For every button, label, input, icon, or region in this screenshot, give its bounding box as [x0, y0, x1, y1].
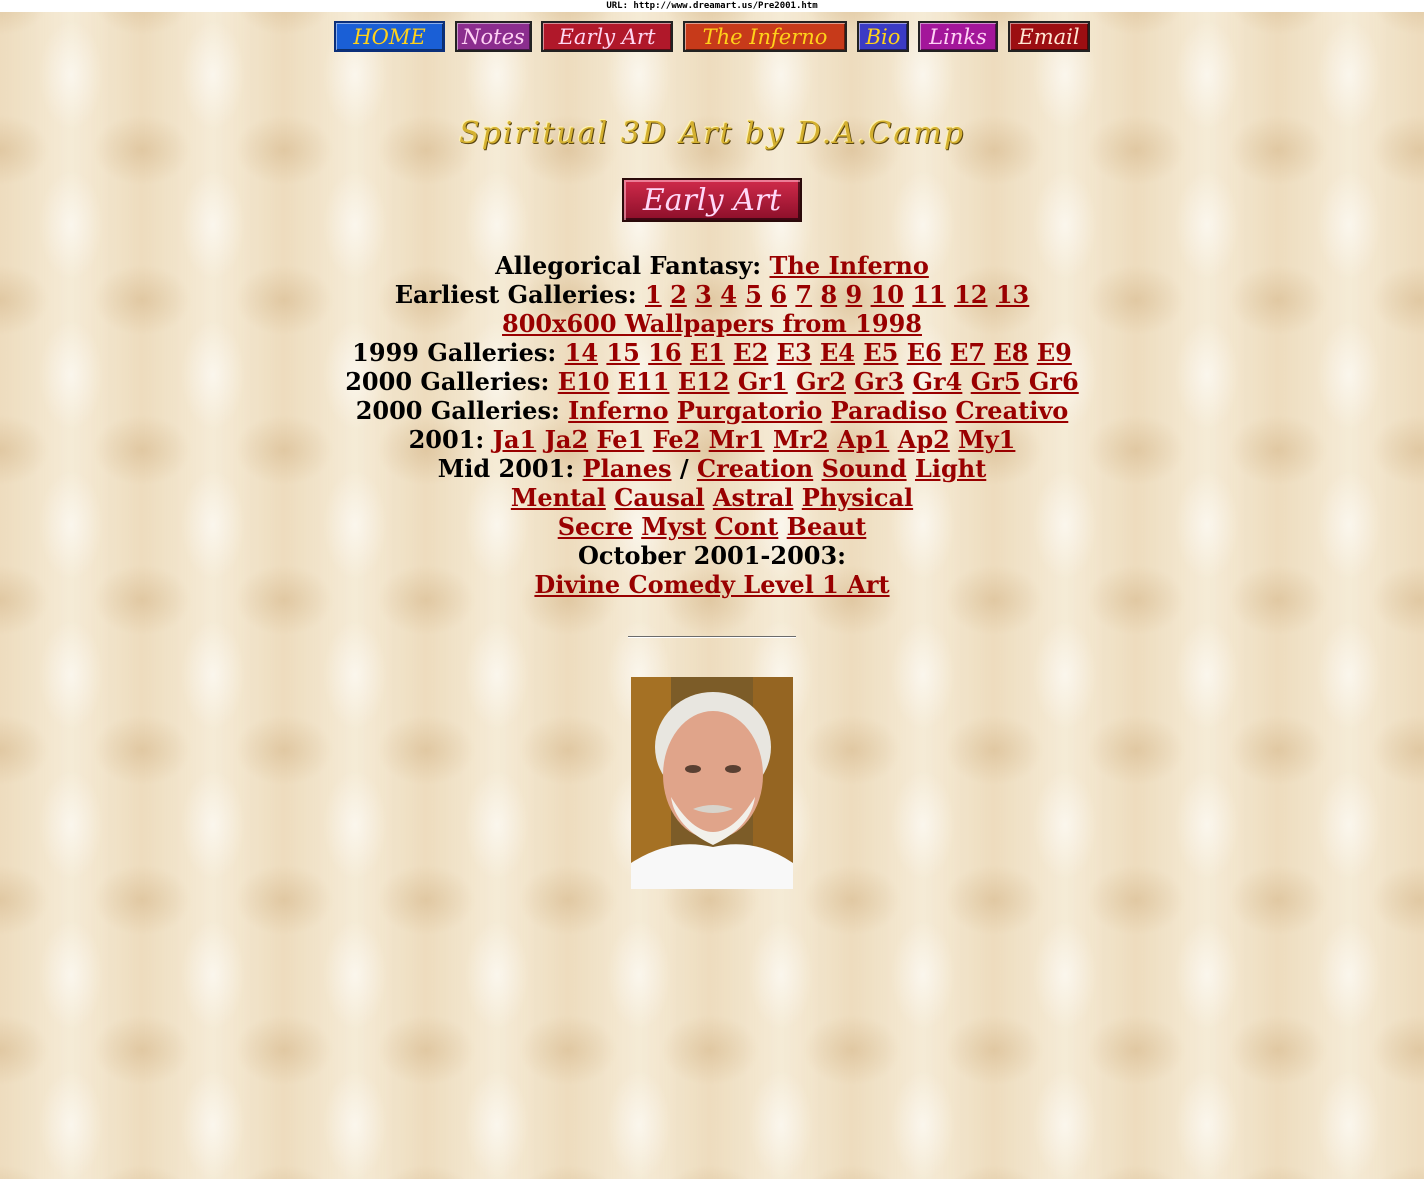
gallery-link-divine-comedy-level-1-art[interactable]: Divine Comedy Level 1 Art: [534, 570, 889, 599]
gallery-line: October 2001-2003:: [0, 541, 1424, 570]
gallery-link-ap1[interactable]: Ap1: [837, 425, 889, 454]
gallery-line: Mid 2001: Planes / Creation Sound Light: [0, 454, 1424, 483]
gallery-link-astral[interactable]: Astral: [713, 483, 794, 512]
gallery-link-e8[interactable]: E8: [993, 338, 1028, 367]
gallery-link-physical[interactable]: Physical: [802, 483, 913, 512]
gallery-label: October 2001-2003:: [577, 541, 847, 570]
gallery-link-purgatorio[interactable]: Purgatorio: [677, 396, 822, 425]
gallery-link-secre[interactable]: Secre: [558, 512, 633, 541]
gallery-link-light[interactable]: Light: [915, 454, 986, 483]
gallery-line: Earliest Galleries: 1 2 3 4 5 6 7 8 9 10…: [0, 280, 1424, 309]
gallery-link-the-inferno[interactable]: The Inferno: [770, 251, 929, 280]
gallery-link-e9[interactable]: E9: [1037, 338, 1072, 367]
gallery-link-mental[interactable]: Mental: [511, 483, 606, 512]
gallery-link-e7[interactable]: E7: [950, 338, 985, 367]
gallery-link-e4[interactable]: E4: [820, 338, 855, 367]
gallery-link-7[interactable]: 7: [795, 280, 812, 309]
gallery-link-9[interactable]: 9: [846, 280, 863, 309]
gallery-label: 2001:: [408, 425, 493, 454]
gallery-line: 2000 Galleries: E10 E11 E12 Gr1 Gr2 Gr3 …: [0, 367, 1424, 396]
gallery-link-10[interactable]: 10: [871, 280, 904, 309]
gallery-link-e5[interactable]: E5: [863, 338, 898, 367]
gallery-link-15[interactable]: 15: [606, 338, 639, 367]
gallery-link-6[interactable]: 6: [770, 280, 787, 309]
gallery-line: 2000 Galleries: Inferno Purgatorio Parad…: [0, 396, 1424, 425]
gallery-label: 2000 Galleries:: [355, 396, 569, 425]
gallery-line: 1999 Galleries: 14 15 16 E1 E2 E3 E4 E5 …: [0, 338, 1424, 367]
gallery-link-e6[interactable]: E6: [907, 338, 942, 367]
gallery-link-gr5[interactable]: Gr5: [971, 367, 1021, 396]
gallery-line: Divine Comedy Level 1 Art: [0, 570, 1424, 599]
top-navigation: HOME Notes Early Art The Inferno Bio Links Ema…: [0, 21, 1424, 55]
gallery-link-14[interactable]: 14: [565, 338, 598, 367]
gallery-link-11[interactable]: 11: [912, 280, 945, 309]
gallery-label: 1999 Galleries:: [352, 338, 565, 367]
gallery-link-13[interactable]: 13: [996, 280, 1029, 309]
gallery-link-gr1[interactable]: Gr1: [738, 367, 788, 396]
horizontal-divider: [628, 636, 796, 638]
gallery-link-creativo[interactable]: Creativo: [956, 396, 1069, 425]
gallery-link-paradiso[interactable]: Paradiso: [831, 396, 948, 425]
gallery-label: Mid 2001:: [437, 454, 583, 483]
nav-early-art-button[interactable]: Early Art: [541, 21, 673, 52]
gallery-link-4[interactable]: 4: [720, 280, 737, 309]
nav-notes-button[interactable]: Notes: [455, 21, 532, 52]
gallery-label: /: [671, 454, 697, 483]
gallery-link-8[interactable]: 8: [820, 280, 837, 309]
gallery-link-1[interactable]: 1: [645, 280, 662, 309]
gallery-link-inferno[interactable]: Inferno: [568, 396, 668, 425]
gallery-line: 2001: Ja1 Ja2 Fe1 Fe2 Mr1 Mr2 Ap1 Ap2 My…: [0, 425, 1424, 454]
gallery-link-2[interactable]: 2: [670, 280, 687, 309]
gallery-link-5[interactable]: 5: [745, 280, 762, 309]
gallery-link-16[interactable]: 16: [648, 338, 681, 367]
gallery-link-ja2[interactable]: Ja2: [545, 425, 589, 454]
gallery-link-3[interactable]: 3: [695, 280, 712, 309]
gallery-link-ap2[interactable]: Ap2: [898, 425, 950, 454]
portrait-icon: [631, 677, 793, 889]
gallery-link-e11[interactable]: E11: [618, 367, 670, 396]
gallery-label: Earliest Galleries:: [394, 280, 645, 309]
gallery-link-gr6[interactable]: Gr6: [1029, 367, 1079, 396]
gallery-link-e1[interactable]: E1: [690, 338, 725, 367]
gallery-link-gr2[interactable]: Gr2: [796, 367, 846, 396]
gallery-link-creation[interactable]: Creation: [697, 454, 813, 483]
gallery-link-cont[interactable]: Cont: [715, 512, 779, 541]
gallery-link-fe1[interactable]: Fe1: [597, 425, 645, 454]
nav-email-button[interactable]: Email: [1008, 21, 1090, 52]
gallery-link-e12[interactable]: E12: [678, 367, 730, 396]
gallery-line: Allegorical Fantasy: The Inferno: [0, 251, 1424, 280]
gallery-link-e2[interactable]: E2: [733, 338, 768, 367]
gallery-line: Mental Causal Astral Physical: [0, 483, 1424, 512]
gallery-link-beaut[interactable]: Beaut: [787, 512, 867, 541]
gallery-link-sound[interactable]: Sound: [822, 454, 907, 483]
gallery-link-e3[interactable]: E3: [777, 338, 812, 367]
gallery-link-fe2[interactable]: Fe2: [653, 425, 701, 454]
gallery-label: 2000 Galleries:: [345, 367, 558, 396]
nav-the-inferno-button[interactable]: The Inferno: [683, 21, 847, 52]
gallery-link-e10[interactable]: E10: [558, 367, 610, 396]
gallery-link-mr2[interactable]: Mr2: [773, 425, 829, 454]
gallery-line: Secre Myst Cont Beaut: [0, 512, 1424, 541]
gallery-link-causal[interactable]: Causal: [614, 483, 704, 512]
gallery-links: Allegorical Fantasy: The Inferno Earliest…: [0, 251, 1424, 599]
gallery-link-my1[interactable]: My1: [958, 425, 1015, 454]
gallery-link-gr4[interactable]: Gr4: [913, 367, 963, 396]
gallery-link-mr1[interactable]: Mr1: [709, 425, 765, 454]
gallery-link-gr3[interactable]: Gr3: [854, 367, 904, 396]
gallery-link-800x600-wallpapers-from-1998[interactable]: 800x600 Wallpapers from 1998: [502, 309, 922, 338]
nav-links-button[interactable]: Links: [918, 21, 998, 52]
artist-portrait-photo: [631, 677, 793, 889]
gallery-link-12[interactable]: 12: [954, 280, 987, 309]
gallery-link-ja1[interactable]: Ja1: [493, 425, 537, 454]
url-bar: URL: http://www.dreamart.us/Pre2001.htm: [0, 0, 1424, 12]
site-title: Spiritual 3D Art by D.A.Camp: [459, 116, 965, 151]
early-art-section-badge: Early Art: [622, 178, 802, 222]
gallery-label: Allegorical Fantasy:: [495, 251, 770, 280]
gallery-line: 800x600 Wallpapers from 1998: [0, 309, 1424, 338]
nav-home-button[interactable]: HOME: [334, 21, 445, 52]
gallery-link-planes[interactable]: Planes: [583, 454, 672, 483]
gallery-link-myst[interactable]: Myst: [641, 512, 706, 541]
nav-bio-button[interactable]: Bio: [857, 21, 909, 52]
